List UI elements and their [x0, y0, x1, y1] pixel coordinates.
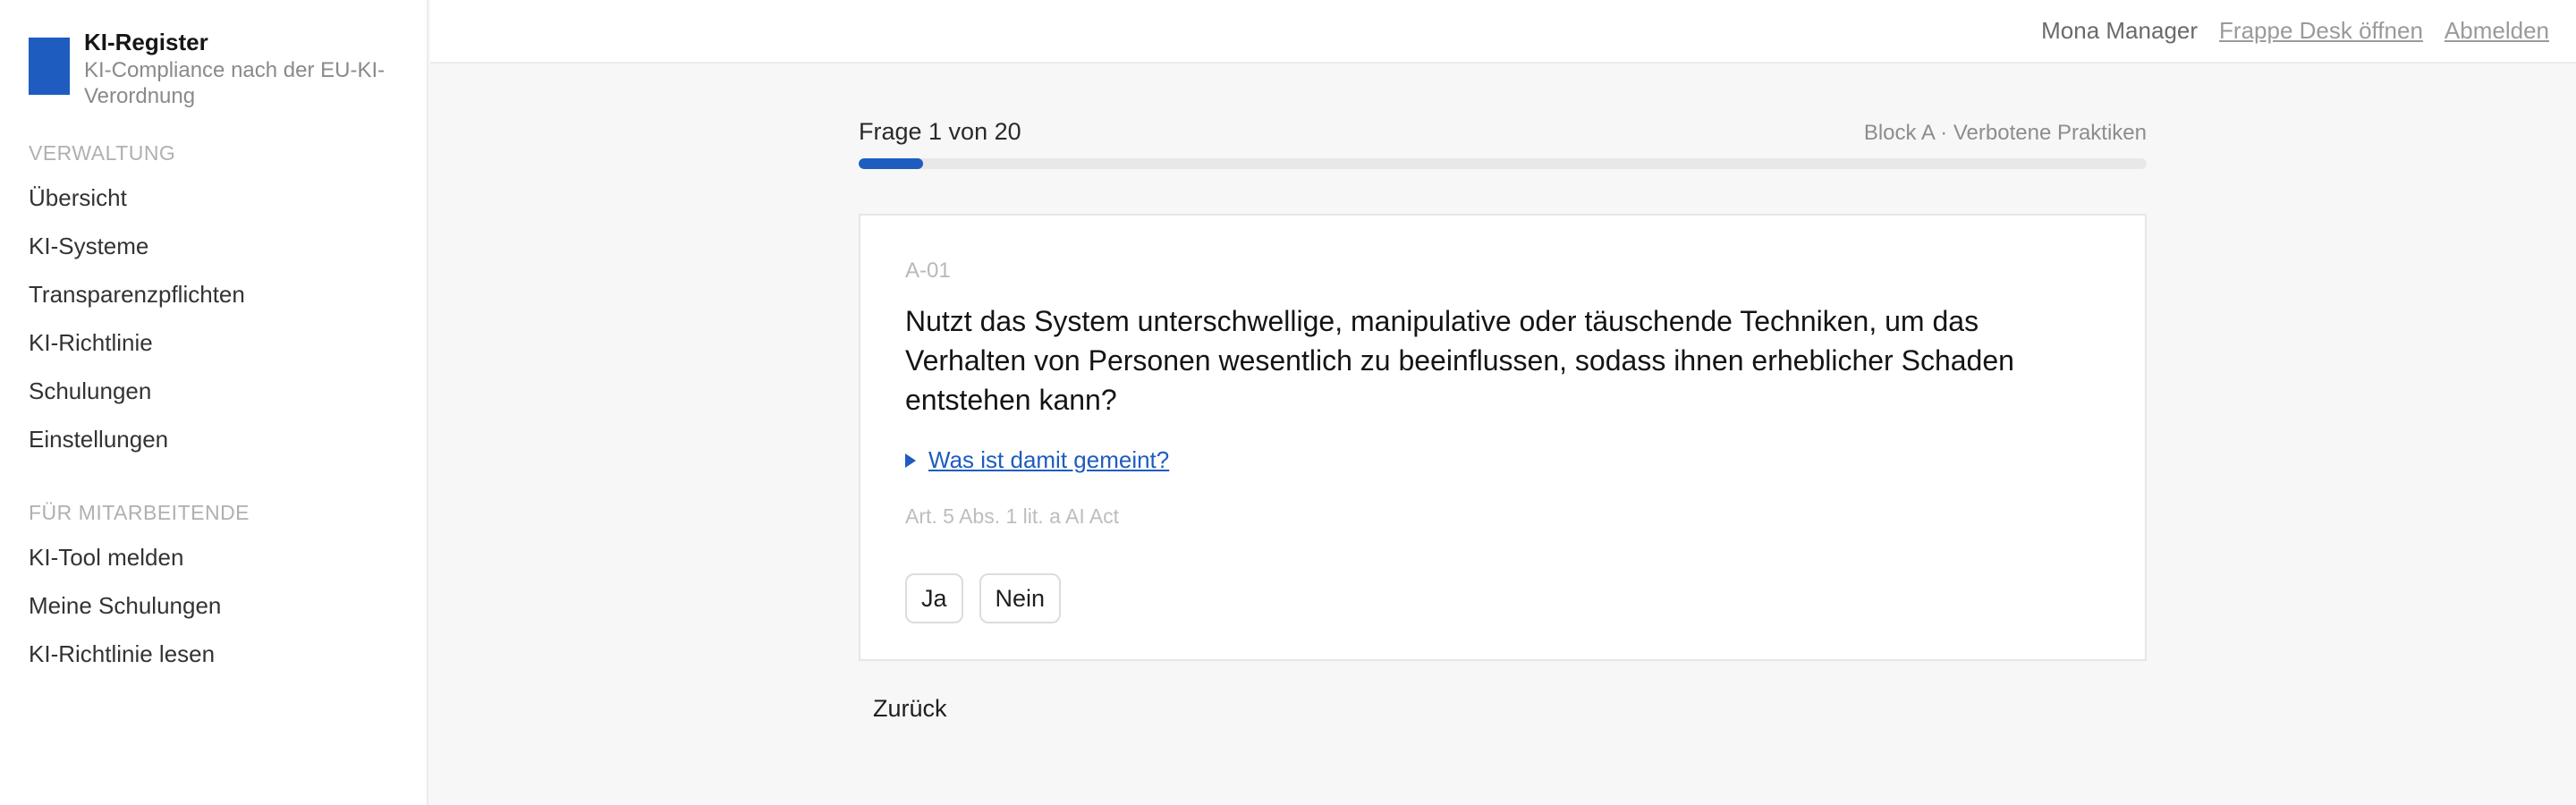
answer-no-button[interactable]: Nein	[979, 573, 1062, 623]
questionnaire: Frage 1 von 20 Block A · Verbotene Prakt…	[859, 118, 2147, 723]
legal-reference: Art. 5 Abs. 1 lit. a AI Act	[905, 504, 1120, 528]
answer-options: Ja Nein	[905, 573, 2100, 623]
app-subtitle: KI-Compliance nach der EU-KI-Verordnung	[84, 58, 386, 108]
open-desk-link[interactable]: Frappe Desk öffnen	[2219, 17, 2423, 45]
triangle-right-icon	[905, 453, 916, 468]
sidebar-item-ki-systeme[interactable]: KI-Systeme	[29, 222, 398, 270]
sidebar-item-schulungen[interactable]: Schulungen	[29, 367, 398, 415]
details-toggle[interactable]: Was ist damit gemeint?	[905, 446, 2100, 474]
question-text: Nutzt das System unterschwellige, manipu…	[905, 305, 2014, 416]
sidebar-item-transparenzpflichten[interactable]: Transparenzpflichten	[29, 270, 398, 318]
answer-yes-button[interactable]: Ja	[905, 573, 963, 623]
sidebar-item-uebersicht[interactable]: Übersicht	[29, 174, 398, 222]
sidebar-item-ki-richtlinie-lesen[interactable]: KI-Richtlinie lesen	[29, 630, 398, 678]
question-counter: Frage 1 von 20	[859, 118, 1021, 145]
sidebar-item-ki-richtlinie[interactable]: KI-Richtlinie	[29, 318, 398, 367]
progress-bar-fill	[859, 158, 923, 169]
progress-header: Frage 1 von 20 Block A · Verbotene Prakt…	[859, 118, 2147, 146]
sidebar-item-meine-schulungen[interactable]: Meine Schulungen	[29, 581, 398, 630]
logout-link[interactable]: Abmelden	[2445, 17, 2549, 45]
brand: KI-Register KI-Compliance nach der EU-KI…	[29, 27, 398, 109]
app-title: KI-Register	[84, 29, 208, 55]
question-card: A-01 Nutzt das System unterschwellige, m…	[859, 214, 2147, 661]
sidebar-item-einstellungen[interactable]: Einstellungen	[29, 415, 398, 463]
nav-heading: Verwaltung	[29, 141, 176, 165]
brand-logo	[29, 38, 70, 95]
sidebar: KI-Register KI-Compliance nach der EU-KI…	[0, 0, 428, 805]
nav-heading: Für Mitarbeitende	[29, 501, 250, 524]
current-user: Mona Manager	[2041, 17, 2199, 44]
block-label: Block A · Verbotene Praktiken	[1863, 121, 2147, 145]
nav-section-mitarbeitende: Für Mitarbeitende KI-Tool melden Meine S…	[29, 499, 398, 678]
back-button[interactable]: Zurück	[873, 695, 947, 723]
question-id: A-01	[905, 258, 951, 283]
progress-bar	[859, 158, 2147, 169]
details-link[interactable]: Was ist damit gemeint?	[928, 446, 1169, 474]
sidebar-item-ki-tool-melden[interactable]: KI-Tool melden	[29, 533, 398, 581]
topbar: Mona Manager Frappe Desk öffnen Abmelden	[430, 0, 2576, 64]
nav-section-verwaltung: Verwaltung Übersicht KI-Systeme Transpar…	[29, 140, 398, 463]
